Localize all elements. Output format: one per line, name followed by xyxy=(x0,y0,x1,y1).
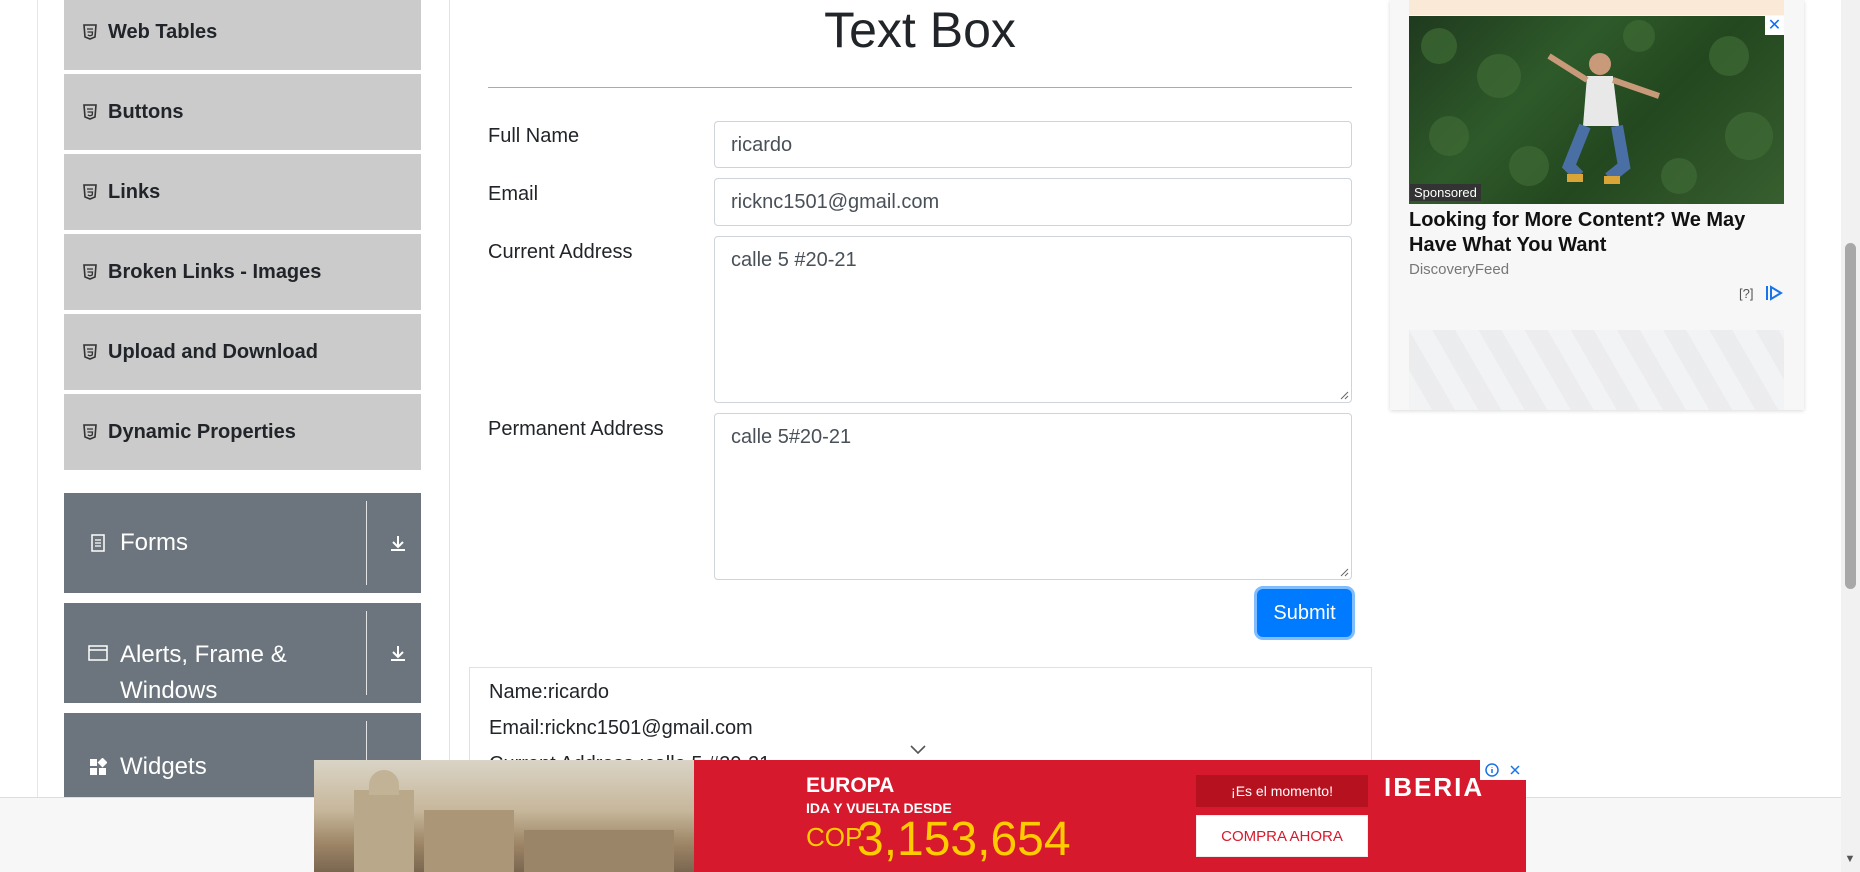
ad-top-strip xyxy=(1409,0,1784,15)
bottom-banner-ad[interactable]: EUROPA IDA Y VUELTA DESDE COP 3,153,654 … xyxy=(314,760,1526,872)
sidebar-item-label: Web Tables xyxy=(108,20,218,43)
ad-info-link[interactable]: [?] xyxy=(1739,286,1753,301)
banner-destination: EUROPA xyxy=(806,774,895,797)
sponsored-badge: Sponsored xyxy=(1410,184,1481,201)
html5-icon xyxy=(82,343,98,361)
group-separator xyxy=(366,501,367,585)
sidebar-item-label: Buttons xyxy=(108,100,184,123)
sidebar-divider xyxy=(37,0,38,800)
output-email: Email:ricknc1501@gmail.com xyxy=(489,717,753,739)
sidebar-group-alerts-frame-windows[interactable]: Alerts, Frame & Windows xyxy=(64,603,421,704)
sidebar-item-label: Dynamic Properties xyxy=(108,420,296,443)
sidebar-item-web-tables[interactable]: Web Tables xyxy=(64,0,421,72)
html5-icon xyxy=(82,423,98,441)
document-icon xyxy=(86,531,110,555)
ad-close-icon[interactable]: ✕ xyxy=(1765,16,1784,35)
close-icon[interactable] xyxy=(1509,764,1521,776)
download-arrow-icon[interactable] xyxy=(386,641,410,665)
group-label: Alerts, Frame & Windows xyxy=(120,641,287,704)
current-address-text: calle 5 #20-21 xyxy=(731,249,857,271)
permanent-address-textarea[interactable]: calle 5#20-21 xyxy=(714,413,1352,580)
submit-button[interactable]: Submit xyxy=(1257,589,1352,637)
sidebar-item-dynamic-properties[interactable]: Dynamic Properties xyxy=(64,394,421,472)
banner-moment-tag: ¡Es el momento! xyxy=(1196,775,1368,807)
info-icon[interactable] xyxy=(1485,763,1499,777)
group-label: Forms xyxy=(120,529,188,556)
output-name: Name:ricardo xyxy=(489,681,610,703)
page-title: Text Box xyxy=(824,2,1016,58)
chevron-down-icon[interactable] xyxy=(908,742,928,756)
banner-price: 3,153,654 xyxy=(857,813,1071,866)
scroll-down-arrow-icon[interactable]: ▼ xyxy=(1843,852,1857,866)
iberia-logo: IBERIA xyxy=(1384,772,1485,802)
sidebar-group-forms[interactable]: Forms xyxy=(64,493,421,593)
html5-icon xyxy=(82,263,98,281)
scrollbar-thumb[interactable] xyxy=(1845,243,1856,589)
sidebar-item-buttons[interactable]: Buttons xyxy=(64,74,421,152)
adchoices-icon[interactable] xyxy=(1764,284,1784,302)
sidebar-item-broken-links[interactable]: Broken Links - Images xyxy=(64,234,421,312)
full-name-label: Full Name xyxy=(488,125,580,147)
resize-grip-icon[interactable] xyxy=(1339,390,1349,400)
sidebar-item-links[interactable]: Links xyxy=(64,154,421,232)
download-arrow-icon[interactable] xyxy=(386,531,410,555)
email-input[interactable]: ricknc1501@gmail.com xyxy=(714,178,1352,226)
title-divider xyxy=(488,87,1352,88)
sidebar: Web Tables Buttons Links Broken Links - … xyxy=(0,0,450,803)
jumping-man-illustration xyxy=(1421,20,1773,194)
window-icon xyxy=(86,641,110,665)
permanent-address-label: Permanent Address xyxy=(488,418,664,440)
widgets-grid-icon xyxy=(86,755,110,779)
html5-icon xyxy=(82,183,98,201)
permanent-address-text: calle 5#20-21 xyxy=(731,426,852,448)
resize-grip-icon[interactable] xyxy=(1339,567,1349,577)
ad-source[interactable]: DiscoveryFeed xyxy=(1409,261,1509,278)
ad-background-pattern xyxy=(1409,330,1784,410)
buy-now-button[interactable]: COMPRA AHORA xyxy=(1196,815,1368,857)
sidebar-item-upload-download[interactable]: Upload and Download xyxy=(64,314,421,392)
sidebar-item-label: Broken Links - Images xyxy=(108,260,322,283)
banner-city-photo xyxy=(314,760,694,872)
sidebar-item-label: Links xyxy=(108,180,161,203)
banner-ad-controls xyxy=(1480,760,1526,780)
email-label: Email xyxy=(488,183,539,205)
current-address-textarea[interactable]: calle 5 #20-21 xyxy=(714,236,1352,403)
ad-image[interactable] xyxy=(1409,16,1784,204)
sidebar-item-label: Upload and Download xyxy=(108,340,318,363)
full-name-input[interactable]: ricardo xyxy=(714,121,1352,168)
html5-icon xyxy=(82,103,98,121)
banner-currency: COP xyxy=(806,822,863,852)
ad-headline[interactable]: Looking for More Content? We May Have Wh… xyxy=(1409,208,1784,258)
html5-icon xyxy=(82,23,98,41)
current-address-label: Current Address xyxy=(488,241,633,263)
group-separator xyxy=(366,611,367,695)
